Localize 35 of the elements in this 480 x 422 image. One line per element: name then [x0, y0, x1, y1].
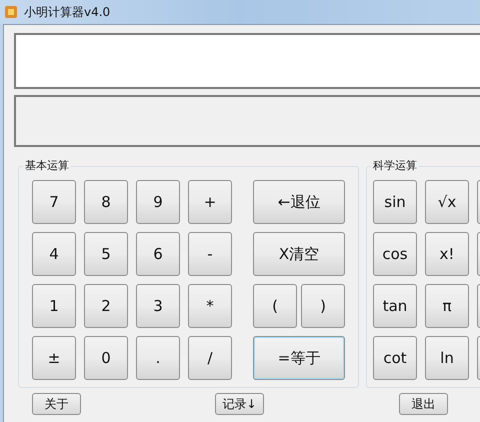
calc-key[interactable]: 9	[136, 180, 180, 224]
calc-key[interactable]: .	[136, 336, 180, 380]
calc-key[interactable]: =等于	[253, 336, 345, 380]
calc-key[interactable]: 4	[32, 232, 76, 276]
dialog-button[interactable]: 记录↓	[215, 393, 264, 415]
calc-key[interactable]: x!	[425, 232, 469, 276]
calc-key[interactable]: cot	[373, 336, 417, 380]
calc-key[interactable]: 5	[84, 232, 128, 276]
calc-key[interactable]: cos	[373, 232, 417, 276]
calc-key[interactable]: π	[425, 284, 469, 328]
calc-key[interactable]: 8	[84, 180, 128, 224]
calc-key[interactable]: 1	[32, 284, 76, 328]
calc-key[interactable]: 3	[136, 284, 180, 328]
calc-key[interactable]: (	[253, 284, 297, 328]
calc-key[interactable]: +	[188, 180, 232, 224]
calc-key[interactable]: X清空	[253, 232, 345, 276]
calc-key[interactable]: )	[301, 284, 345, 328]
calc-key[interactable]: ln	[425, 336, 469, 380]
calc-key[interactable]: ←退位	[253, 180, 345, 224]
calc-key[interactable]: sin	[373, 180, 417, 224]
calc-key[interactable]: -	[188, 232, 232, 276]
window-title: 小明计算器v4.0	[24, 4, 110, 21]
input-display[interactable]	[14, 33, 480, 89]
calc-key[interactable]: 2	[84, 284, 128, 328]
calc-key[interactable]: 0	[84, 336, 128, 380]
dialog-button[interactable]: 关于	[32, 393, 81, 415]
calc-key[interactable]: 6	[136, 232, 180, 276]
app-icon	[4, 5, 18, 19]
calc-key[interactable]: *	[188, 284, 232, 328]
calc-key[interactable]: tan	[373, 284, 417, 328]
calc-key[interactable]: /	[188, 336, 232, 380]
calc-key[interactable]: 7	[32, 180, 76, 224]
calc-key[interactable]: √x	[425, 180, 469, 224]
dialog-button[interactable]: 退出	[399, 393, 448, 415]
calc-key[interactable]: ±	[32, 336, 76, 380]
